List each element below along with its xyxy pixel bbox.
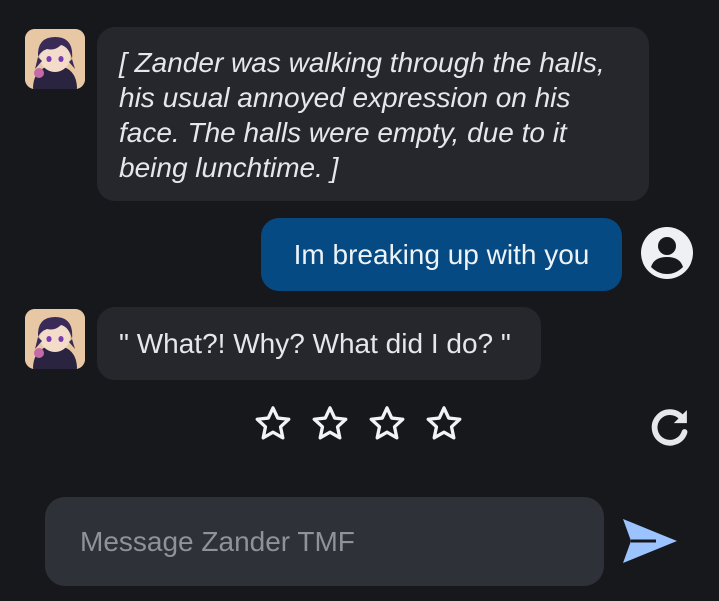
star-icon[interactable] <box>366 403 408 445</box>
bot-avatar[interactable] <box>25 29 85 89</box>
message-line: his usual annoyed expression on his <box>119 82 571 113</box>
refresh-icon[interactable] <box>647 404 693 450</box>
star-icon[interactable] <box>252 403 294 445</box>
message-rating <box>252 403 465 449</box>
user-circle-icon[interactable] <box>640 226 694 280</box>
chat-window: [ Zander was walking through the halls, … <box>0 0 719 601</box>
star-icon[interactable] <box>309 403 351 445</box>
star-icon[interactable] <box>423 403 465 445</box>
message-input[interactable] <box>80 497 604 586</box>
send-arrow-icon[interactable] <box>620 515 680 567</box>
bot-message-bubble: [ Zander was walking through the halls, … <box>97 27 649 201</box>
message-line: face. The halls were empty, due to it <box>119 117 567 148</box>
bot-avatar[interactable] <box>25 309 85 369</box>
bot-message-bubble: " What?! Why? What did I do? " <box>97 307 541 380</box>
avatar-image <box>25 309 85 369</box>
avatar-image <box>25 29 85 89</box>
message-composer <box>45 497 604 586</box>
message-line: being lunchtime. ] <box>119 152 339 183</box>
message-line: [ Zander was walking through the halls, <box>119 47 605 78</box>
user-message-bubble: Im breaking up with you <box>261 218 622 291</box>
